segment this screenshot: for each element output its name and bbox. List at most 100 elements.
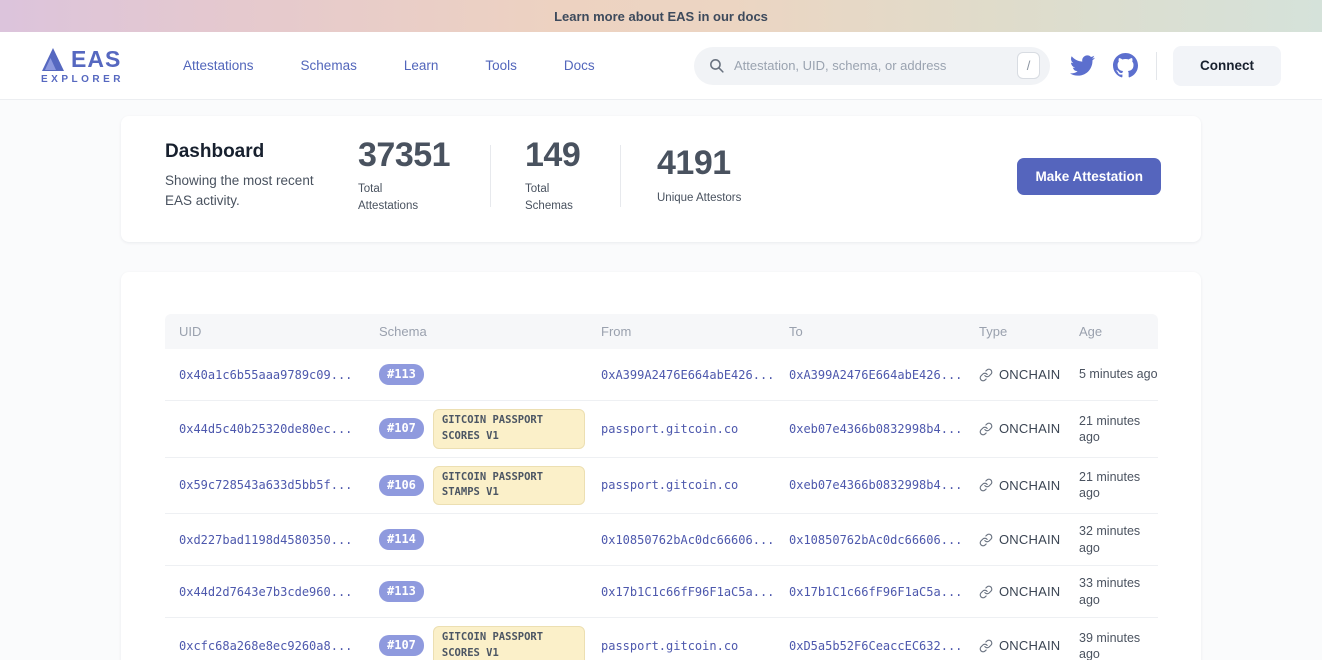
from-link[interactable]: 0x10850762bAc0dc66606... xyxy=(587,533,775,547)
age-label: 39 minutes ago xyxy=(1065,630,1159,660)
uid-link[interactable]: 0x40a1c6b55aaa9789c09... xyxy=(165,368,365,382)
to-link[interactable]: 0xD5a5b52F6CeaccEC632... xyxy=(775,639,965,653)
uid-link[interactable]: 0x44d5c40b25320de80ec... xyxy=(165,422,365,436)
docs-banner[interactable]: Learn more about EAS in our docs xyxy=(0,0,1322,32)
table-header-row: UID Schema From To Type Age xyxy=(165,314,1158,349)
twitter-icon[interactable] xyxy=(1070,53,1095,78)
schema-cell: #106 GITCOIN PASSPORT STAMPS V1 xyxy=(365,466,587,506)
uid-link[interactable]: 0x44d2d7643e7b3cde960... xyxy=(165,585,365,599)
nav-schemas[interactable]: Schemas xyxy=(301,58,357,73)
to-link[interactable]: 0xA399A2476E664abE426... xyxy=(775,368,965,382)
col-from: From xyxy=(587,324,775,339)
stat-value: 149 xyxy=(525,137,620,174)
schema-id-badge[interactable]: #106 xyxy=(379,475,424,496)
main-nav: Attestations Schemas Learn Tools Docs xyxy=(183,58,595,73)
stat-value: 37351 xyxy=(358,137,490,174)
type-label: ONCHAIN xyxy=(999,532,1060,547)
stat-divider xyxy=(490,145,491,207)
to-link[interactable]: 0x10850762bAc0dc66606... xyxy=(775,533,965,547)
schema-id-badge[interactable]: #107 xyxy=(379,635,424,656)
type-cell: ONCHAIN xyxy=(965,532,1065,547)
header: EAS EXPLORER Attestations Schemas Learn … xyxy=(0,32,1322,100)
age-label: 21 minutes ago xyxy=(1065,413,1159,446)
from-link[interactable]: passport.gitcoin.co xyxy=(587,639,775,653)
to-link[interactable]: 0xeb07e4366b0832998b4... xyxy=(775,478,965,492)
schema-name-badge[interactable]: GITCOIN PASSPORT STAMPS V1 xyxy=(433,466,585,506)
stat-total-attestations: 37351 Total Attestations xyxy=(358,137,490,216)
to-link[interactable]: 0xeb07e4366b0832998b4... xyxy=(775,422,965,436)
logo-wordmark: EAS xyxy=(71,48,121,71)
stat-unique-attestors: 4191 Unique Attestors xyxy=(657,145,741,207)
stat-total-schemas: 149 Total Schemas xyxy=(525,137,620,216)
type-label: ONCHAIN xyxy=(999,584,1060,599)
chain-link-icon xyxy=(979,368,993,382)
slash-shortcut-key: / xyxy=(1017,52,1040,79)
table-row[interactable]: 0x59c728543a633d5bb5f... #106 GITCOIN PA… xyxy=(165,458,1158,515)
docs-banner-text: Learn more about EAS in our docs xyxy=(554,9,768,24)
uid-link[interactable]: 0xd227bad1198d4580350... xyxy=(165,533,365,547)
attestations-table-card: UID Schema From To Type Age 0x40a1c6b55a… xyxy=(121,272,1201,660)
stat-value: 4191 xyxy=(657,145,741,182)
main-content: Dashboard Showing the most recent EAS ac… xyxy=(0,100,1322,660)
from-link[interactable]: 0x17b1C1c66fF96F1aC5a... xyxy=(587,585,775,599)
schema-id-badge[interactable]: #114 xyxy=(379,529,424,550)
chain-link-icon xyxy=(979,478,993,492)
attestation-table-body: 0x40a1c6b55aaa9789c09... #113 0xA399A247… xyxy=(165,349,1158,660)
dashboard-card: Dashboard Showing the most recent EAS ac… xyxy=(121,116,1201,242)
uid-link[interactable]: 0x59c728543a633d5bb5f... xyxy=(165,478,365,492)
age-label: 33 minutes ago xyxy=(1065,575,1159,608)
connect-button[interactable]: Connect xyxy=(1173,46,1281,86)
col-uid: UID xyxy=(165,324,365,339)
type-cell: ONCHAIN xyxy=(965,367,1065,382)
col-age: Age xyxy=(1065,324,1159,339)
nav-tools[interactable]: Tools xyxy=(485,58,517,73)
type-cell: ONCHAIN xyxy=(965,584,1065,599)
eas-logo[interactable]: EAS EXPLORER xyxy=(41,47,127,85)
from-link[interactable]: passport.gitcoin.co xyxy=(587,422,775,436)
chain-link-icon xyxy=(979,585,993,599)
table-row[interactable]: 0x40a1c6b55aaa9789c09... #113 0xA399A247… xyxy=(165,349,1158,401)
page-title: Dashboard xyxy=(165,141,358,163)
schema-id-badge[interactable]: #113 xyxy=(379,581,424,602)
github-icon[interactable] xyxy=(1113,53,1138,78)
from-link[interactable]: passport.gitcoin.co xyxy=(587,478,775,492)
schema-cell: #113 xyxy=(365,581,587,602)
stat-divider xyxy=(620,145,621,207)
schema-id-badge[interactable]: #107 xyxy=(379,418,424,439)
age-label: 32 minutes ago xyxy=(1065,523,1159,556)
col-type: Type xyxy=(965,324,1065,339)
make-attestation-button[interactable]: Make Attestation xyxy=(1017,158,1161,195)
search-bar[interactable]: / xyxy=(694,47,1050,85)
uid-link[interactable]: 0xcfc68a268e8ec9260a8... xyxy=(165,639,365,653)
age-label: 5 minutes ago xyxy=(1065,366,1159,382)
age-label: 21 minutes ago xyxy=(1065,469,1159,502)
nav-learn[interactable]: Learn xyxy=(404,58,439,73)
schema-id-badge[interactable]: #113 xyxy=(379,364,424,385)
table-row[interactable]: 0xd227bad1198d4580350... #114 0x10850762… xyxy=(165,514,1158,566)
to-link[interactable]: 0x17b1C1c66fF96F1aC5a... xyxy=(775,585,965,599)
type-cell: ONCHAIN xyxy=(965,638,1065,653)
header-divider xyxy=(1156,52,1157,80)
search-input[interactable] xyxy=(734,58,1017,73)
schema-cell: #107 GITCOIN PASSPORT SCORES V1 xyxy=(365,626,587,660)
type-label: ONCHAIN xyxy=(999,638,1060,653)
type-label: ONCHAIN xyxy=(999,367,1060,382)
schema-name-badge[interactable]: GITCOIN PASSPORT SCORES V1 xyxy=(433,626,585,660)
page-subtitle: Showing the most recent EAS activity. xyxy=(165,171,343,210)
table-row[interactable]: 0x44d2d7643e7b3cde960... #113 0x17b1C1c6… xyxy=(165,566,1158,618)
search-icon xyxy=(708,57,725,74)
eas-triangle-icon xyxy=(41,47,65,72)
from-link[interactable]: 0xA399A2476E664abE426... xyxy=(587,368,775,382)
chain-link-icon xyxy=(979,422,993,436)
table-row[interactable]: 0xcfc68a268e8ec9260a8... #107 GITCOIN PA… xyxy=(165,618,1158,660)
type-cell: ONCHAIN xyxy=(965,421,1065,436)
schema-name-badge[interactable]: GITCOIN PASSPORT SCORES V1 xyxy=(433,409,585,449)
stat-label: Total Attestations xyxy=(358,181,428,216)
logo-subtitle: EXPLORER xyxy=(41,74,127,85)
stat-label: Unique Attestors xyxy=(657,190,741,207)
stats: 37351 Total Attestations 149 Total Schem… xyxy=(358,137,741,216)
nav-attestations[interactable]: Attestations xyxy=(183,58,254,73)
schema-cell: #114 xyxy=(365,529,587,550)
table-row[interactable]: 0x44d5c40b25320de80ec... #107 GITCOIN PA… xyxy=(165,401,1158,458)
nav-docs[interactable]: Docs xyxy=(564,58,595,73)
